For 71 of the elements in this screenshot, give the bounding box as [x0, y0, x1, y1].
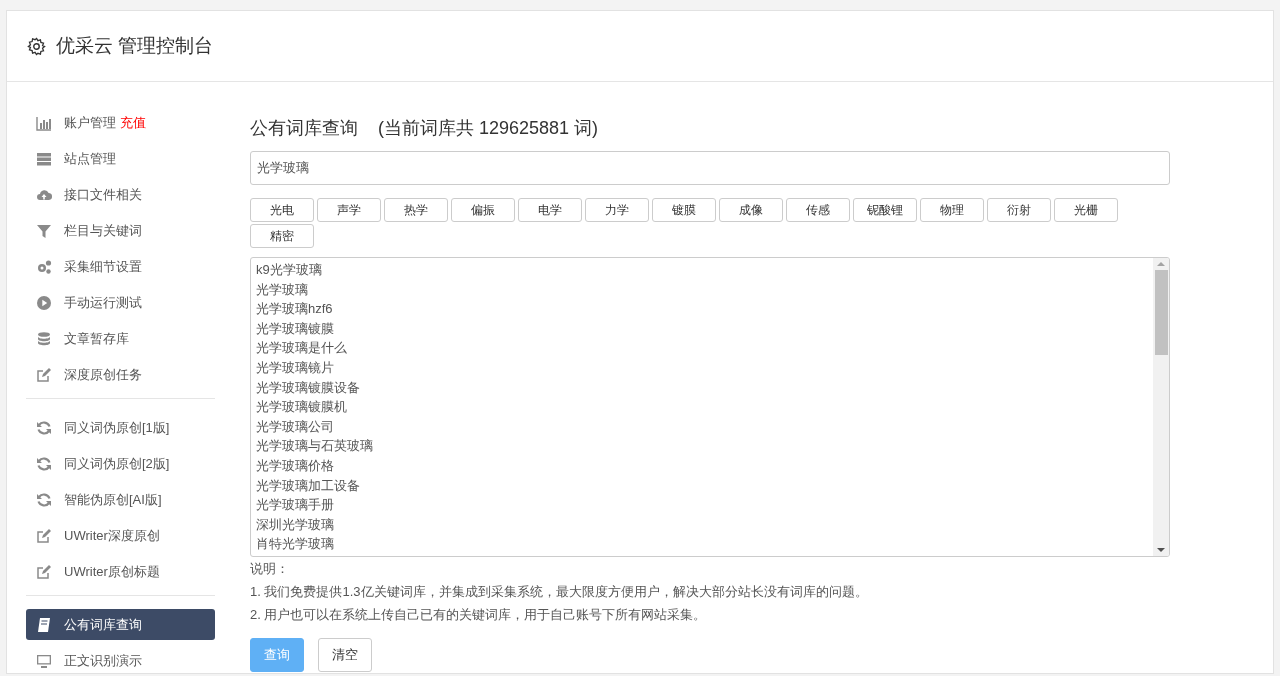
- scrollbar[interactable]: [1153, 258, 1169, 556]
- note-text: 1. 我们免费提供1.3亿关键词库，并集成到采集系统，最大限度方便用户，解决大部分站长没有词库的问题。: [250, 583, 869, 601]
- tag-button[interactable]: 光栅: [1054, 198, 1118, 222]
- database-icon: [36, 330, 52, 347]
- tag-button[interactable]: 铌酸锂: [853, 198, 917, 222]
- result-item[interactable]: k9光学玻璃: [256, 260, 1148, 280]
- sidebar-item[interactable]: UWriter原创标题: [26, 556, 215, 587]
- refresh-icon: [36, 491, 52, 508]
- result-item[interactable]: 光学玻璃公司: [256, 416, 1148, 437]
- search-field[interactable]: 光学玻璃: [250, 151, 1170, 185]
- refresh-icon: [36, 419, 52, 436]
- sidebar-item[interactable]: 同义词伪原创[2版]: [26, 448, 215, 479]
- sidebar-item[interactable]: 深度原创任务: [26, 359, 215, 390]
- sidebar-item[interactable]: 接口文件相关: [26, 179, 215, 210]
- result-item[interactable]: 光学玻璃镀膜机: [256, 397, 1148, 417]
- sidebar-item[interactable]: 栏目与关键词: [26, 215, 215, 246]
- tag-button[interactable]: 衍射: [987, 198, 1051, 222]
- sidebar-item[interactable]: 站点管理: [26, 143, 215, 174]
- server-icon: [36, 150, 52, 167]
- result-item[interactable]: 肖特光学玻璃: [256, 534, 1148, 554]
- edit-icon: [36, 563, 52, 580]
- sidebar-item[interactable]: 正文识别演示: [26, 645, 215, 673]
- sidebar-item[interactable]: 智能伪原创[AI版]: [26, 484, 215, 515]
- sidebar-label: 账户管理: [64, 113, 116, 132]
- sidebar-item[interactable]: 同义词伪原创[1版]: [26, 412, 215, 443]
- edit-icon: [36, 366, 52, 383]
- result-item[interactable]: 光学玻璃镀膜: [256, 318, 1148, 339]
- result-item[interactable]: 光学玻璃加工设备: [256, 475, 1148, 496]
- book-icon: [36, 616, 52, 633]
- result-item[interactable]: 光学玻璃hzf6: [256, 299, 1148, 319]
- result-item[interactable]: 光学玻璃镀膜设备: [256, 377, 1148, 398]
- word-count-note: (当前词库共 129625881 词): [378, 117, 599, 140]
- note-text: 2. 用户也可以在系统上传自己已有的关键词库，用于自己账号下所有网站采集。: [250, 606, 708, 624]
- result-item[interactable]: 光学玻璃与石英玻璃: [256, 436, 1148, 456]
- result-item[interactable]: 深圳光学玻璃: [256, 514, 1148, 535]
- tag-button[interactable]: 物理: [920, 198, 984, 222]
- console-title: 优采云 管理控制台: [56, 34, 214, 58]
- edit-icon: [36, 527, 52, 544]
- monitor-icon: [36, 652, 52, 669]
- tag-button[interactable]: 电学: [518, 198, 582, 222]
- sidebar-item[interactable]: 账户管理 充值: [26, 107, 215, 138]
- play-icon: [36, 294, 52, 311]
- tag-button[interactable]: 声学: [317, 198, 381, 222]
- clear-button[interactable]: 清空: [318, 638, 372, 672]
- tag-button[interactable]: 偏振: [451, 198, 515, 222]
- result-item[interactable]: 光学玻璃手册: [256, 495, 1148, 515]
- recharge-link[interactable]: 充值: [120, 113, 146, 132]
- sidebar-item[interactable]: 采集细节设置: [26, 251, 215, 282]
- sidebar-item[interactable]: 手动运行测试: [26, 287, 215, 318]
- refresh-icon: [36, 455, 52, 472]
- page-title: 公有词库查询: [250, 117, 358, 140]
- tag-button[interactable]: 力学: [585, 198, 649, 222]
- gears-icon: [36, 258, 52, 275]
- settings-icon: [27, 36, 46, 56]
- tag-button[interactable]: 精密: [250, 224, 314, 248]
- tag-button[interactable]: 传感: [786, 198, 850, 222]
- sidebar-item[interactable]: UWriter深度原创: [26, 520, 215, 551]
- filter-icon: [36, 222, 52, 239]
- results-box[interactable]: k9光学玻璃 光学玻璃 光学玻璃hzf6 光学玻璃镀膜 光学玻璃是什么 光学玻璃镜片 光学玻璃镀膜设备 光学玻璃镀膜机 光学玻璃公司 光学玻璃与石英玻璃 光学玻璃价格 光学玻璃加工设备 光学玻璃手册 深圳光学玻璃 肖特光学玻璃: [250, 257, 1170, 557]
- result-item[interactable]: 光学玻璃镜片: [256, 357, 1148, 378]
- result-item[interactable]: 光学玻璃是什么: [256, 338, 1148, 358]
- notes-heading: 说明：: [250, 560, 290, 578]
- result-item[interactable]: 光学玻璃: [256, 279, 1148, 300]
- tag-button[interactable]: 镀膜: [652, 198, 716, 222]
- bar-chart-icon: [36, 114, 52, 131]
- tag-button[interactable]: 成像: [719, 198, 783, 222]
- result-item[interactable]: 光学玻璃价格: [256, 455, 1148, 476]
- sidebar-item[interactable]: 公有词库查询: [26, 609, 215, 640]
- sidebar-item[interactable]: 文章暂存库: [26, 323, 215, 354]
- tag-button[interactable]: 热学: [384, 198, 448, 222]
- tag-button[interactable]: 光电: [250, 198, 314, 222]
